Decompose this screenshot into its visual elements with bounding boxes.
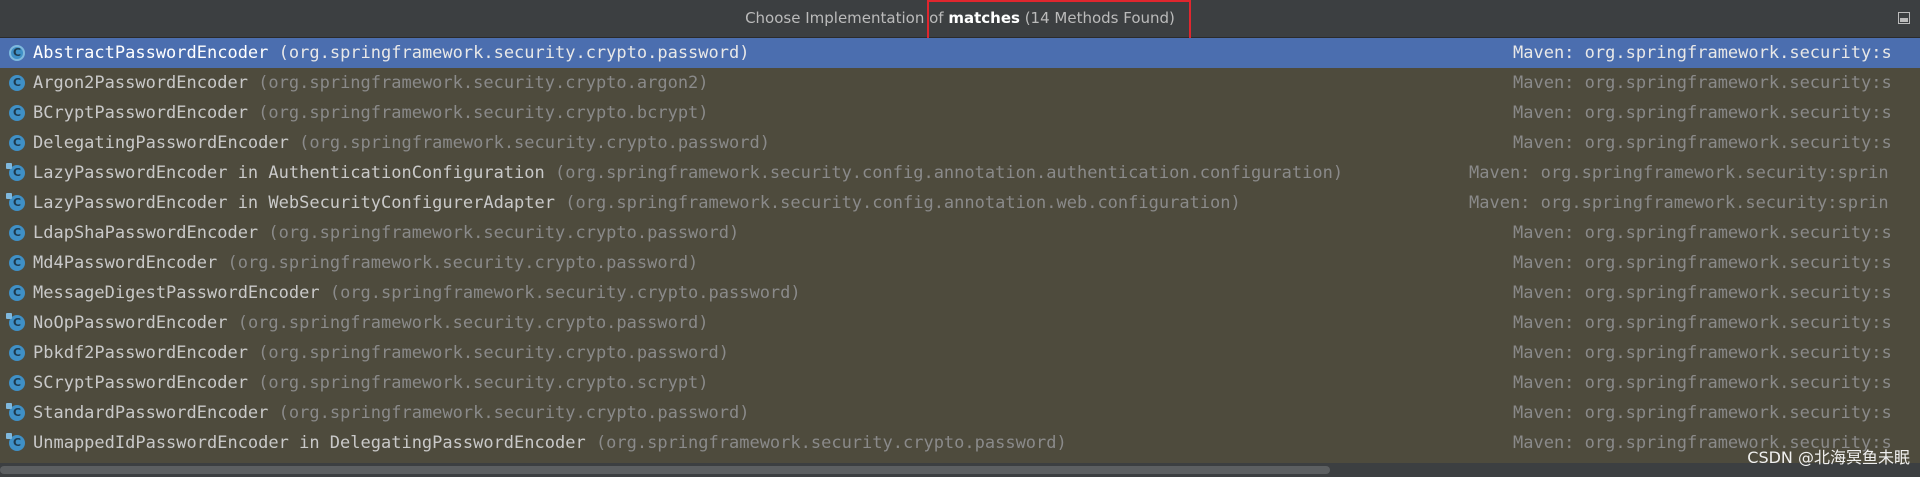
inner-class-icon: C — [6, 163, 25, 181]
list-item[interactable]: C DelegatingPasswordEncoder (org.springf… — [0, 128, 1920, 158]
package-name: (org.springframework.security.config.ann… — [555, 163, 1344, 183]
maven-library: Maven: org.springframework.security:s — [1513, 373, 1892, 393]
inner-class-icon: C — [6, 433, 25, 451]
scrollbar-thumb[interactable] — [0, 466, 1330, 474]
package-name: (org.springframework.security.crypto.pas… — [227, 253, 699, 273]
list-item[interactable]: C SCryptPasswordEncoder (org.springframe… — [0, 368, 1920, 398]
maven-library: Maven: org.springframework.security:s — [1513, 133, 1892, 153]
package-name: (org.springframework.security.crypto.pas… — [258, 343, 729, 363]
class-name: LdapShaPasswordEncoder — [33, 223, 259, 243]
list-item[interactable]: C BCryptPasswordEncoder (org.springframe… — [0, 98, 1920, 128]
class-name: AbstractPasswordEncoder — [33, 43, 269, 63]
maven-library: Maven: org.springframework.security:s — [1513, 253, 1892, 273]
class-icon: C — [9, 255, 25, 271]
deprecated-class-icon: C — [6, 403, 25, 421]
list-item[interactable]: C AbstractPasswordEncoder (org.springfra… — [0, 38, 1920, 68]
package-name: (org.springframework.security.crypto.pas… — [278, 43, 750, 63]
maven-library: Maven: org.springframework.security:spri… — [1469, 193, 1889, 213]
title-prefix: Choose Implementation of — [745, 9, 949, 27]
package-name: (org.springframework.security.crypto.scr… — [258, 373, 709, 393]
maven-library: Maven: org.springframework.security:s — [1513, 343, 1892, 363]
class-name: StandardPasswordEncoder — [33, 403, 269, 423]
class-name: MessageDigestPasswordEncoder — [33, 283, 320, 303]
class-icon: C — [9, 345, 25, 361]
class-icon: C — [9, 375, 25, 391]
class-name: Md4PasswordEncoder — [33, 253, 218, 273]
class-icon: C — [9, 105, 25, 121]
package-name: (org.springframework.security.config.ann… — [565, 193, 1241, 213]
maven-library: Maven: org.springframework.security:s — [1513, 283, 1892, 303]
list-item[interactable]: C LdapShaPasswordEncoder (org.springfram… — [0, 218, 1920, 248]
package-name: (org.springframework.security.crypto.pas… — [299, 133, 770, 153]
abstract-class-icon: C — [9, 45, 25, 61]
class-icon: C — [9, 135, 25, 151]
title-suffix: (14 Methods Found) — [1019, 9, 1175, 27]
class-name: DelegatingPasswordEncoder — [33, 133, 289, 153]
implementation-list: C AbstractPasswordEncoder (org.springfra… — [0, 38, 1920, 458]
class-name: BCryptPasswordEncoder — [33, 103, 248, 123]
deprecated-class-icon: C — [6, 313, 25, 331]
package-name: (org.springframework.security.crypto.bcr… — [258, 103, 709, 123]
horizontal-scrollbar[interactable] — [0, 463, 1920, 477]
maven-library: Maven: org.springframework.security:s — [1513, 43, 1892, 63]
class-name: NoOpPasswordEncoder — [33, 313, 228, 333]
list-item[interactable]: C LazyPasswordEncoder in AuthenticationC… — [0, 158, 1920, 188]
class-name: LazyPasswordEncoder in WebSecurityConfig… — [33, 193, 555, 213]
list-item[interactable]: C Md4PasswordEncoder (org.springframewor… — [0, 248, 1920, 278]
list-item[interactable]: C UnmappedIdPasswordEncoder in Delegatin… — [0, 428, 1920, 458]
class-icon: C — [9, 225, 25, 241]
class-name: SCryptPasswordEncoder — [33, 373, 248, 393]
package-name: (org.springframework.security.crypto.pas… — [278, 403, 750, 423]
class-icon: C — [9, 285, 25, 301]
list-item[interactable]: C StandardPasswordEncoder (org.springfra… — [0, 398, 1920, 428]
list-item[interactable]: C Argon2PasswordEncoder (org.springframe… — [0, 68, 1920, 98]
list-item[interactable]: C NoOpPasswordEncoder (org.springframewo… — [0, 308, 1920, 338]
class-icon: C — [9, 75, 25, 91]
list-item[interactable]: C Pbkdf2PasswordEncoder (org.springframe… — [0, 338, 1920, 368]
choose-implementation-popup: Choose Implementation of matches (14 Met… — [0, 0, 1920, 477]
package-name: (org.springframework.security.crypto.pas… — [268, 223, 740, 243]
package-name: (org.springframework.security.crypto.pas… — [595, 433, 1067, 453]
inner-class-icon: C — [6, 193, 25, 211]
package-name: (org.springframework.security.crypto.pas… — [237, 313, 709, 333]
class-name: Pbkdf2PasswordEncoder — [33, 343, 248, 363]
maven-library: Maven: org.springframework.security:spri… — [1469, 163, 1889, 183]
maven-library: Maven: org.springframework.security:s — [1513, 103, 1892, 123]
watermark: CSDN @北海冥鱼未眠 — [1747, 448, 1910, 467]
maven-library: Maven: org.springframework.security:s — [1513, 313, 1892, 333]
maven-library: Maven: org.springframework.security:s — [1513, 223, 1892, 243]
class-name: LazyPasswordEncoder in AuthenticationCon… — [33, 163, 545, 183]
title-method: matches — [948, 9, 1020, 27]
class-name: Argon2PasswordEncoder — [33, 73, 248, 93]
list-item[interactable]: C MessageDigestPasswordEncoder (org.spri… — [0, 278, 1920, 308]
list-item[interactable]: C LazyPasswordEncoder in WebSecurityConf… — [0, 188, 1920, 218]
package-name: (org.springframework.security.crypto.pas… — [329, 283, 801, 303]
package-name: (org.springframework.security.crypto.arg… — [258, 73, 709, 93]
popup-title-bar: Choose Implementation of matches (14 Met… — [0, 0, 1920, 38]
class-name: UnmappedIdPasswordEncoder in DelegatingP… — [33, 433, 586, 453]
popup-title: Choose Implementation of matches (14 Met… — [0, 9, 1920, 27]
pin-window-icon[interactable] — [1898, 12, 1910, 24]
maven-library: Maven: org.springframework.security:s — [1513, 403, 1892, 423]
maven-library: Maven: org.springframework.security:s — [1513, 73, 1892, 93]
